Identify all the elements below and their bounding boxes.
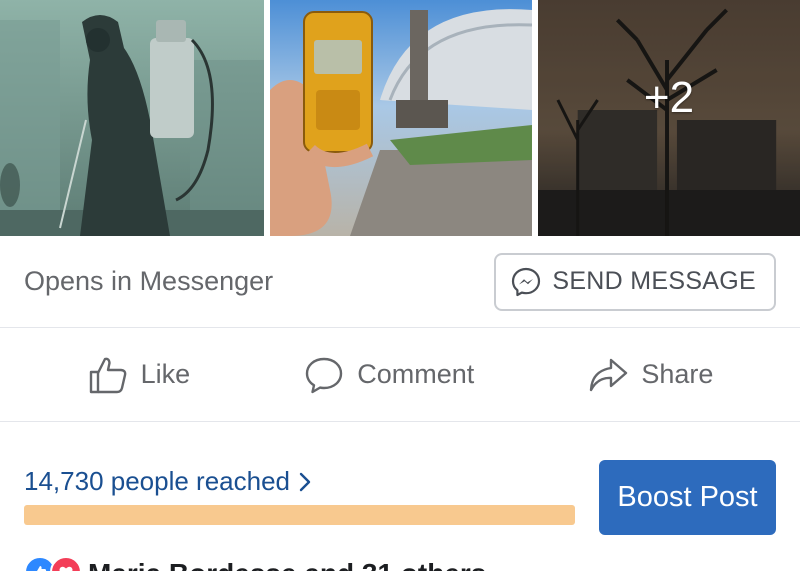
- chevron-right-icon: [299, 472, 311, 491]
- post-photo-grid: +2: [0, 0, 800, 236]
- reach-progress-bar: [24, 505, 575, 525]
- comment-label: Comment: [357, 359, 475, 389]
- post-photo-3[interactable]: +2: [538, 0, 800, 236]
- like-label: Like: [140, 359, 191, 389]
- reach-progress-fill: [24, 505, 575, 525]
- thumbs-up-icon: [89, 357, 126, 393]
- people-reached-link[interactable]: 14,730 people reached: [24, 466, 312, 497]
- boost-post-button[interactable]: Boost Post: [599, 460, 776, 535]
- post-photo-2[interactable]: [270, 0, 532, 236]
- post-photo-1[interactable]: [0, 0, 264, 236]
- send-message-button[interactable]: SEND MESSAGE: [494, 252, 776, 311]
- like-button[interactable]: Like: [87, 354, 191, 396]
- messenger-icon: [512, 267, 541, 296]
- send-message-label: SEND MESSAGE: [552, 267, 756, 295]
- share-icon: [590, 358, 628, 391]
- messenger-cta-row: Opens in Messenger SEND MESSAGE: [0, 236, 800, 328]
- boost-post-label: Boost Post: [617, 481, 758, 513]
- comment-icon: [306, 357, 343, 393]
- post-actions-bar: Like Comment Share: [0, 328, 800, 422]
- post-insights: 14,730 people reached Boost Post: [0, 422, 800, 552]
- people-reached-text: 14,730 people reached: [24, 466, 291, 496]
- photo-dosimeter-in-hand: [270, 0, 532, 236]
- love-reaction-icon: [50, 556, 82, 571]
- share-button[interactable]: Share: [587, 354, 713, 396]
- share-label: Share: [641, 359, 714, 389]
- comment-button[interactable]: Comment: [303, 354, 474, 396]
- reactions-text: Maria Bordesse and 31 others: [88, 558, 486, 571]
- reaction-icons: [24, 556, 82, 571]
- more-photos-count: +2: [643, 73, 695, 122]
- opens-in-messenger-label: Opens in Messenger: [24, 266, 274, 296]
- photo-hazmat-worker: [0, 0, 264, 236]
- reactions-summary[interactable]: Maria Bordesse and 31 others: [24, 552, 486, 571]
- more-photos-overlay[interactable]: +2: [538, 0, 800, 236]
